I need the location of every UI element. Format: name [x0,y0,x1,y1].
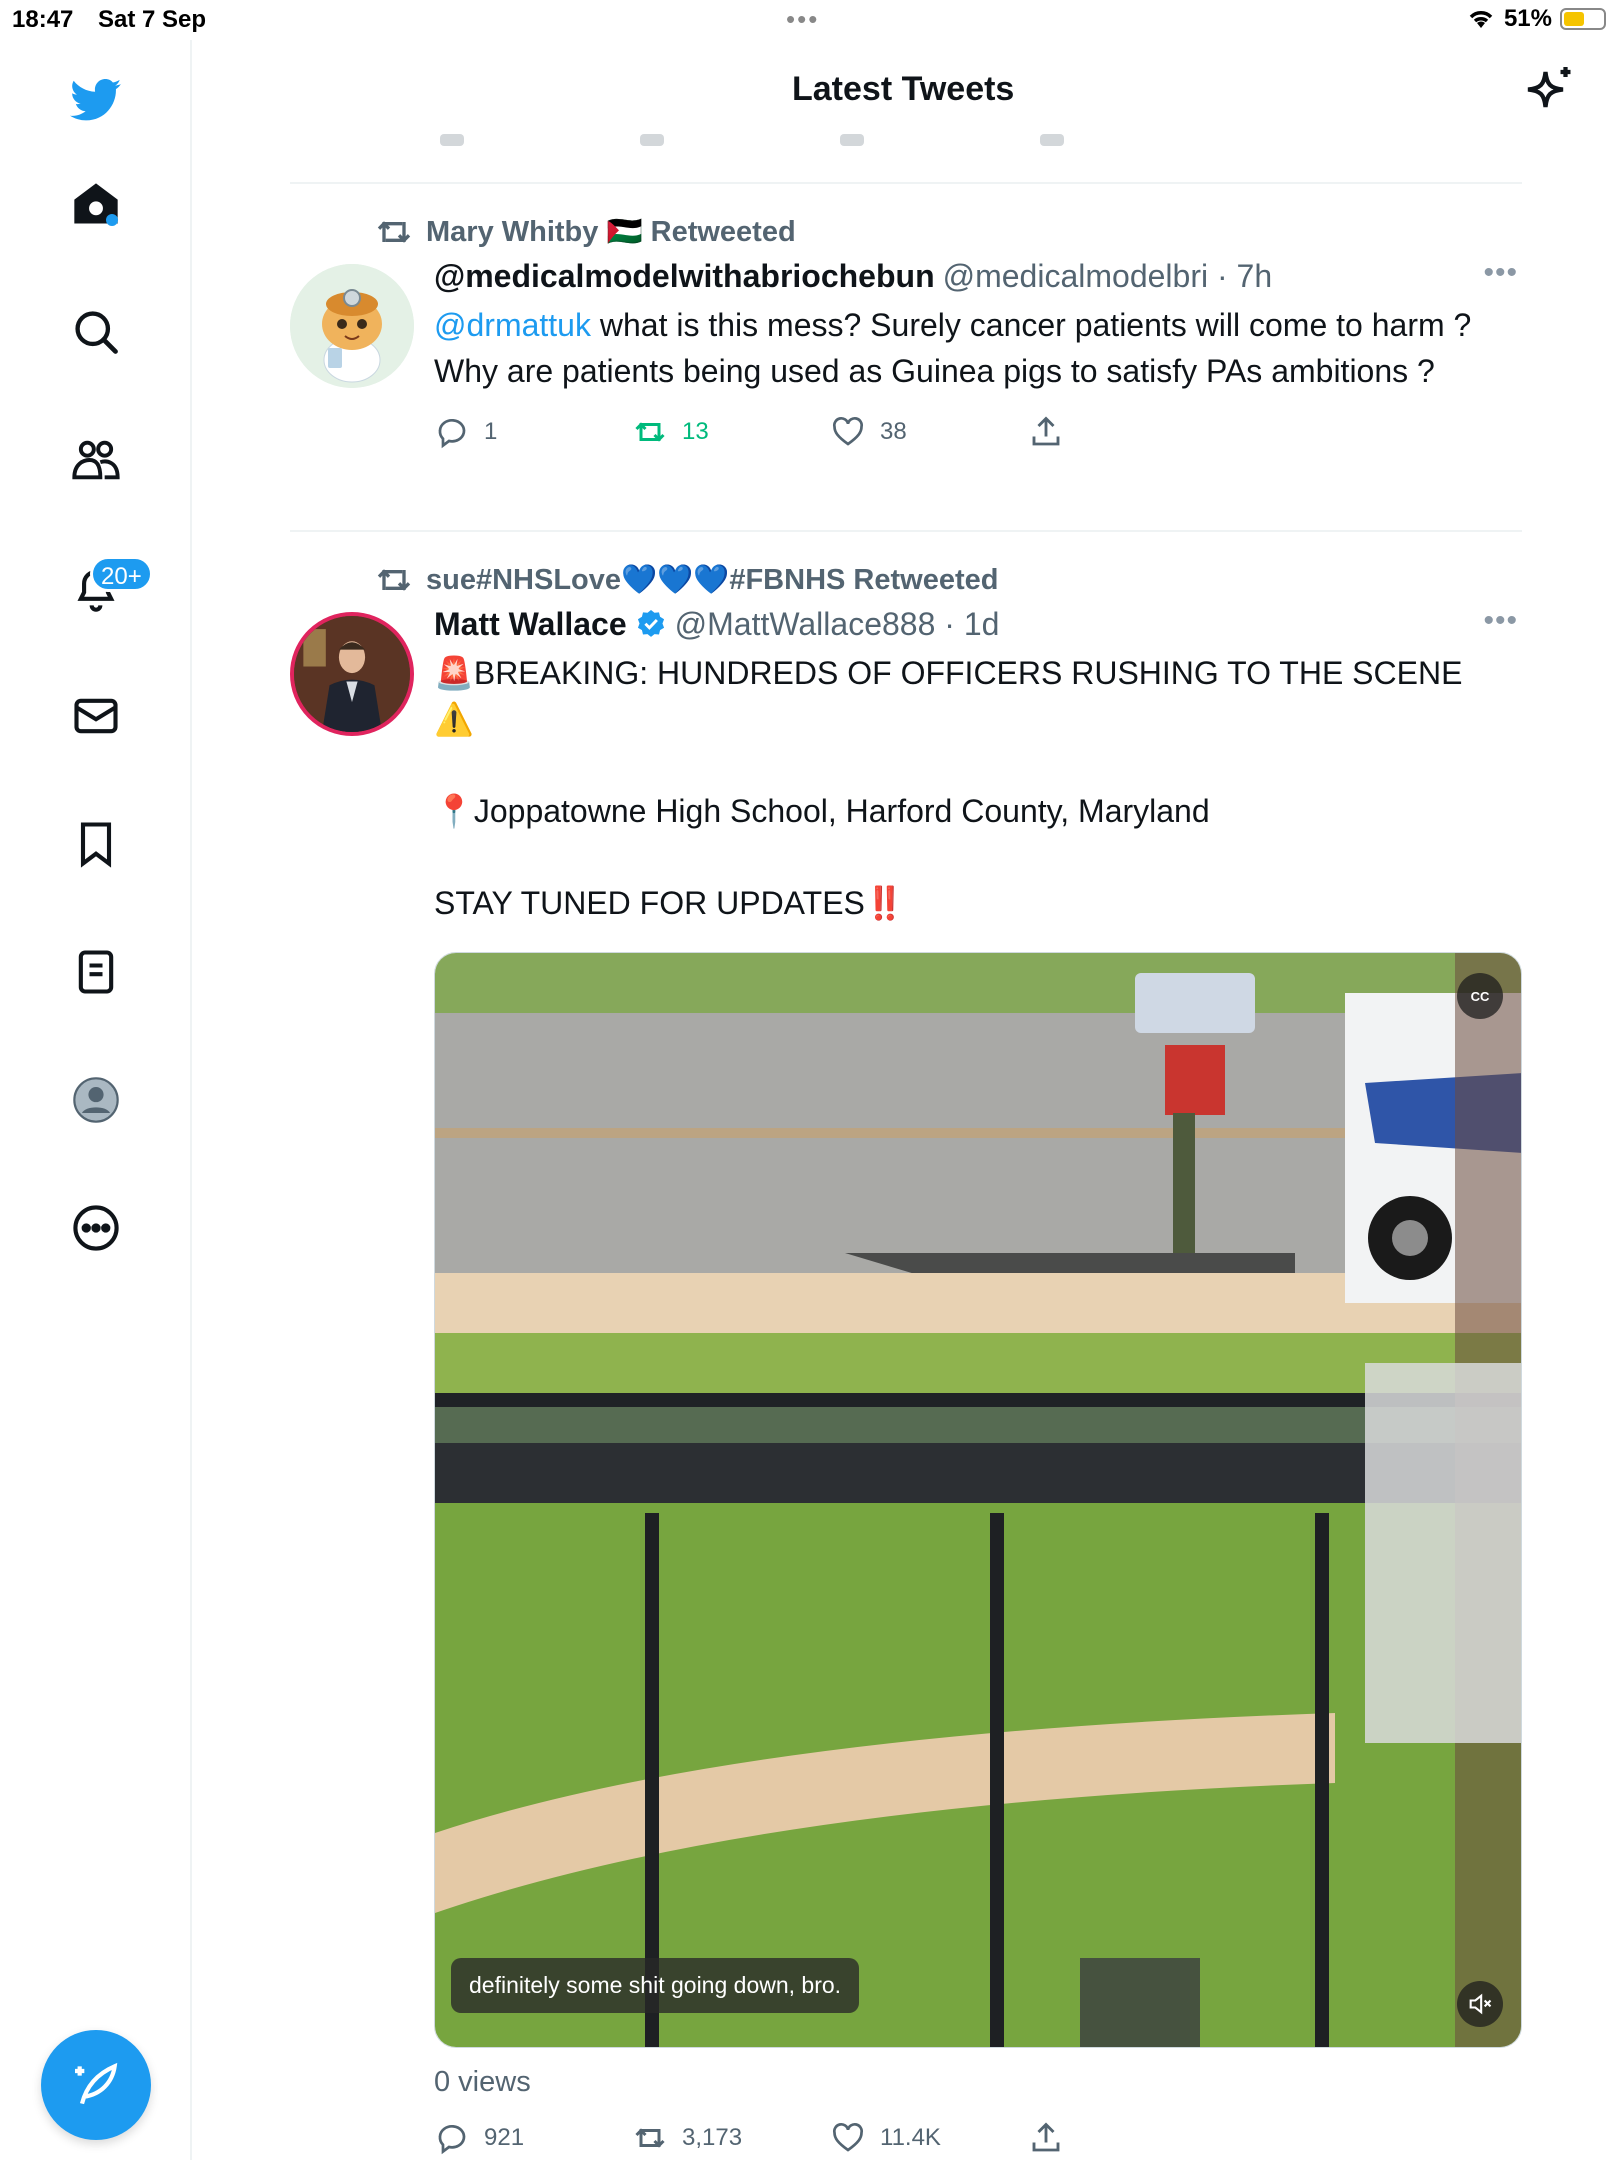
status-right: 51% [1466,5,1606,33]
retweet-count: 13 [682,418,709,445]
retweet-icon [635,2128,665,2148]
tweet-text-line: what is this mess? Surely cancer patient… [590,307,1472,343]
like-button[interactable]: 11.4K [830,2120,941,2156]
mention-link[interactable]: @drmattuk [434,307,591,343]
tweet-actions: 921 3,173 11.4K [434,2120,1522,2160]
tweet-more-options-button[interactable]: ••• [1483,256,1518,290]
messages-mail-icon[interactable] [56,676,136,756]
share-button[interactable] [1028,2120,1064,2156]
retweet-icon [635,422,665,442]
reply-bubble-icon [438,2125,466,2155]
compose-feather-icon [75,2062,118,2105]
previous-tweet-actions-faded [440,134,1064,146]
share-icon [1032,416,1060,446]
author-avatar[interactable] [290,264,414,388]
author-name[interactable]: Matt Wallace [434,604,627,644]
bookmarks-icon[interactable] [56,804,136,884]
tweet-body: @medicalmodelwithabriochebun @medicalmod… [434,256,1522,458]
like-count: 11.4K [880,2124,941,2151]
speaker-muted-icon [1469,1993,1492,2015]
retweet-button[interactable]: 13 [632,414,709,450]
share-icon [1032,2122,1060,2152]
reply-bubble-icon [438,419,466,449]
tweet-text-line: 📍Joppatowne High School, Harford County,… [434,793,1210,829]
verified-badge-icon [637,610,664,637]
page-title: Latest Tweets [792,70,1015,108]
more-options-icon[interactable] [56,1188,136,1268]
status-bar: 18:47 Sat 7 Sep ••• 51% [0,0,1620,40]
status-date: Sat 7 Sep [98,6,207,33]
view-count: 0 views [434,2066,531,2098]
tweet-divider [290,182,1522,184]
wifi-icon [1469,11,1493,28]
retweet-context: sue#NHSLove💙💙💙#FBNHS Retweeted [374,560,998,600]
author-handle-time[interactable]: @medicalmodelbri · 7h [943,256,1273,296]
heart-icon [833,2123,863,2152]
tweet-card[interactable]: sue#NHSLove💙💙💙#FBNHS Retweeted Matt Wall… [290,560,1522,2160]
retweet-icon [377,569,411,591]
like-button[interactable]: 38 [830,414,907,450]
heart-icon [833,417,863,446]
home-icon[interactable] [56,164,136,244]
search-icon[interactable] [56,292,136,372]
tweet-text-line: 🚨BREAKING: HUNDREDS OF OFFICERS RUSHING … [434,655,1463,737]
tweet-actions: 1 13 38 [434,414,1522,458]
author-handle-time[interactable]: @MattWallace888 · 1d [675,604,1000,644]
lists-icon[interactable] [56,932,136,1012]
retweeted-by-label[interactable]: sue#NHSLove💙💙💙#FBNHS Retweeted [426,563,998,597]
mute-button[interactable] [1457,1981,1503,2027]
compose-tweet-button[interactable] [41,2030,151,2140]
tweet-text: 🚨BREAKING: HUNDREDS OF OFFICERS RUSHING … [434,650,1522,926]
like-count: 38 [880,418,907,445]
battery-icon [1560,8,1606,30]
tweet-card[interactable]: Mary Whitby 🇵🇸 Retweeted @medicalmodelwi… [290,212,1522,522]
retweet-icon [377,221,411,243]
tweet-author-line: @medicalmodelwithabriochebun @medicalmod… [434,256,1522,296]
sparkle-timeline-switch-icon[interactable] [1518,62,1578,122]
tweet-more-options-button[interactable]: ••• [1483,604,1518,638]
reply-button[interactable]: 921 [434,2120,524,2156]
tweet-text-line: Why are patients being used as Guinea pi… [434,353,1435,389]
multitasking-dots[interactable]: ••• [786,4,819,35]
retweet-context: Mary Whitby 🇵🇸 Retweeted [374,212,796,252]
tweet-author-line: Matt Wallace @MattWallace888 · 1d [434,604,1522,644]
closed-captions-button[interactable]: CC [1457,973,1503,1019]
tweet-text: @drmattuk what is this mess? Surely canc… [434,302,1522,394]
retweet-button[interactable]: 3,173 [632,2120,742,2156]
tweet-text-line: STAY TUNED FOR UPDATES‼️ [434,885,905,921]
reply-count: 1 [484,418,498,445]
video-caption: definitely some shit going down, bro. [451,1958,860,2013]
author-name[interactable]: @medicalmodelwithabriochebun [434,256,935,296]
communities-icon[interactable] [56,420,136,500]
retweet-count: 3,173 [682,2124,743,2151]
battery-percent: 51% [1503,5,1552,32]
video-frame-image [435,953,1521,2047]
tweet-body: Matt Wallace @MattWallace888 · 1d ••• 🚨B… [434,604,1522,926]
share-button[interactable] [1028,414,1064,450]
sidebar: 20+ [0,40,192,2160]
tweet-divider [290,530,1522,532]
reply-button[interactable]: 1 [434,414,497,450]
matt-wallace-avatar-photo [294,616,410,732]
twitter-logo-icon[interactable] [56,60,136,140]
author-avatar[interactable] [290,612,414,736]
notifications-badge: 20+ [90,556,153,592]
home-unread-dot [106,214,118,226]
reply-count: 921 [484,2124,525,2151]
brioche-bun-doctor-avatar-image [290,264,414,388]
status-time: 18:47 [12,6,74,33]
tweet-video[interactable]: CC definitely some shit going down, bro. [434,952,1522,2048]
profile-avatar-icon[interactable] [56,1060,136,1140]
retweeted-by-label[interactable]: Mary Whitby 🇵🇸 Retweeted [426,215,796,249]
